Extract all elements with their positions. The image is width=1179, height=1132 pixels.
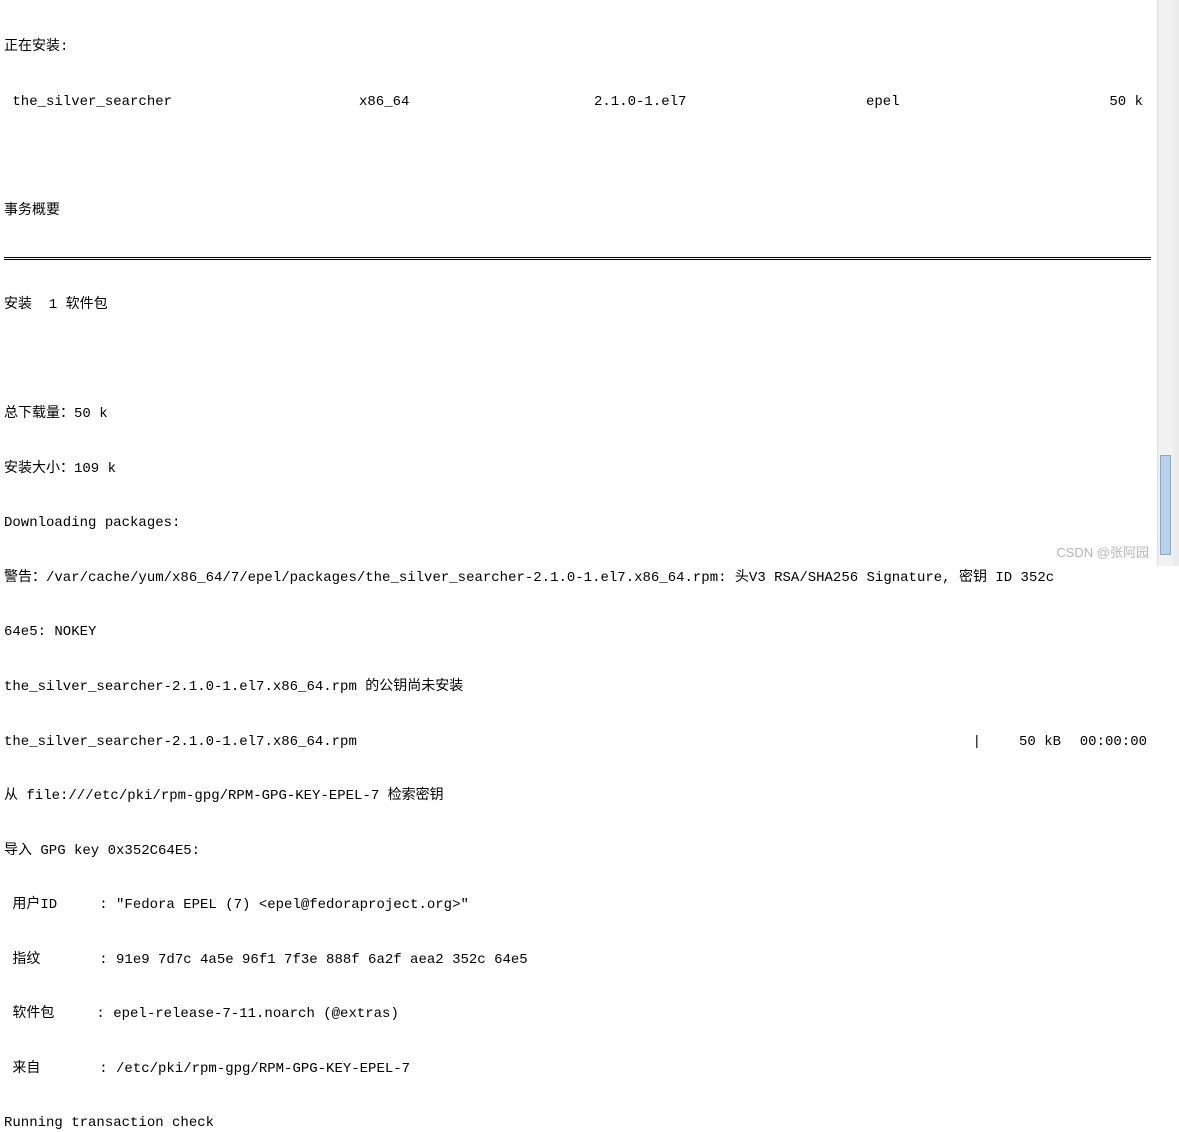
- gpg-import: 导入 GPG key 0x352C64E5:: [4, 842, 1151, 860]
- divider-double: [4, 257, 1151, 260]
- download-nokey: 64e5: NOKEY: [4, 623, 1151, 641]
- summary-install-line: 安装 1 软件包: [4, 296, 1151, 314]
- download-rpm-name: the_silver_searcher-2.1.0-1.el7.x86_64.r…: [4, 733, 951, 751]
- pkg-row: the_silver_searcher x86_64 2.1.0-1.el7 e…: [4, 93, 1151, 111]
- pubkey-not-installed: the_silver_searcher-2.1.0-1.el7.x86_64.r…: [4, 678, 1151, 696]
- download-size: 50 kB: [981, 733, 1061, 751]
- downloading-label: Downloading packages:: [4, 514, 1151, 532]
- download-time: 00:00:00: [1061, 733, 1151, 751]
- vertical-scrollbar-inner[interactable]: [1157, 0, 1173, 566]
- pkg-installing-header: 正在安装:: [4, 38, 1151, 56]
- gpg-from: 来自 : /etc/pki/rpm-gpg/RPM-GPG-KEY-EPEL-7: [4, 1060, 1151, 1078]
- pkg-size: 50 k: [1084, 93, 1151, 111]
- pkg-version: 2.1.0-1.el7: [594, 93, 866, 111]
- total-download: 总下载量：50 k: [4, 405, 1151, 423]
- summary-title: 事务概要: [4, 202, 1151, 220]
- install-size: 安装大小：109 k: [4, 460, 1151, 478]
- download-progress-row: the_silver_searcher-2.1.0-1.el7.x86_64.r…: [4, 733, 1151, 751]
- trans-check: Running transaction check: [4, 1114, 1151, 1132]
- gpg-fingerprint: 指纹 : 91e9 7d7c 4a5e 96f1 7f3e 888f 6a2f …: [4, 951, 1151, 969]
- download-warning: 警告：/var/cache/yum/x86_64/7/epel/packages…: [4, 569, 1151, 587]
- terminal-output: 正在安装: the_silver_searcher x86_64 2.1.0-1…: [0, 0, 1155, 1132]
- gpg-retrieve: 从 file:///etc/pki/rpm-gpg/RPM-GPG-KEY-EP…: [4, 787, 1151, 805]
- vertical-scrollbar-outer[interactable]: [1173, 0, 1179, 566]
- gpg-package: 软件包 : epel-release-7-11.noarch (@extras): [4, 1005, 1151, 1023]
- pkg-repo: epel: [866, 93, 1084, 111]
- scrollbar-thumb[interactable]: [1160, 455, 1171, 555]
- pkg-arch: x86_64: [359, 93, 594, 111]
- download-bar: |: [951, 733, 981, 751]
- pkg-name: the_silver_searcher: [4, 93, 359, 111]
- gpg-userid: 用户ID : "Fedora EPEL (7) <epel@fedoraproj…: [4, 896, 1151, 914]
